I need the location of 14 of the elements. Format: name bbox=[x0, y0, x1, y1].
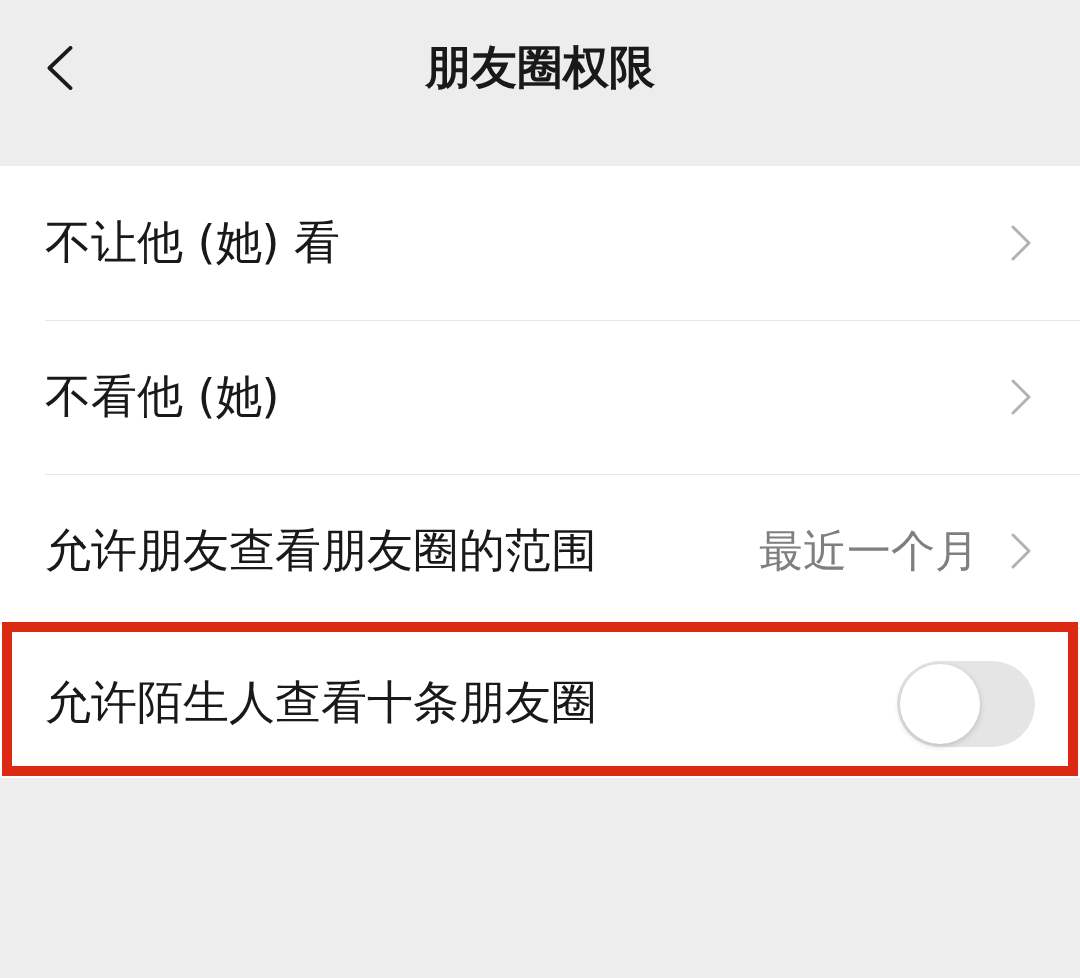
row-label: 不看他 (她) bbox=[45, 369, 280, 425]
back-icon bbox=[46, 46, 74, 90]
chevron-right-icon bbox=[1011, 533, 1031, 569]
chevron-right-icon bbox=[1011, 225, 1031, 261]
row-label: 不让他 (她) 看 bbox=[45, 215, 341, 271]
settings-row[interactable]: 不看他 (她) bbox=[0, 320, 1080, 474]
page-title: 朋友圈权限 bbox=[425, 40, 655, 96]
chevron-right-icon bbox=[1011, 379, 1031, 415]
settings-row[interactable]: 不让他 (她) 看 bbox=[0, 166, 1080, 320]
settings-row[interactable]: 允许陌生人查看十条朋友圈 bbox=[0, 628, 1080, 778]
row-value: 最近一个月 bbox=[759, 524, 979, 578]
row-label: 允许陌生人查看十条朋友圈 bbox=[45, 675, 597, 731]
settings-row[interactable]: 允许朋友查看朋友圈的范围 最近一个月 bbox=[0, 474, 1080, 628]
row-label: 允许朋友查看朋友圈的范围 bbox=[45, 523, 597, 579]
